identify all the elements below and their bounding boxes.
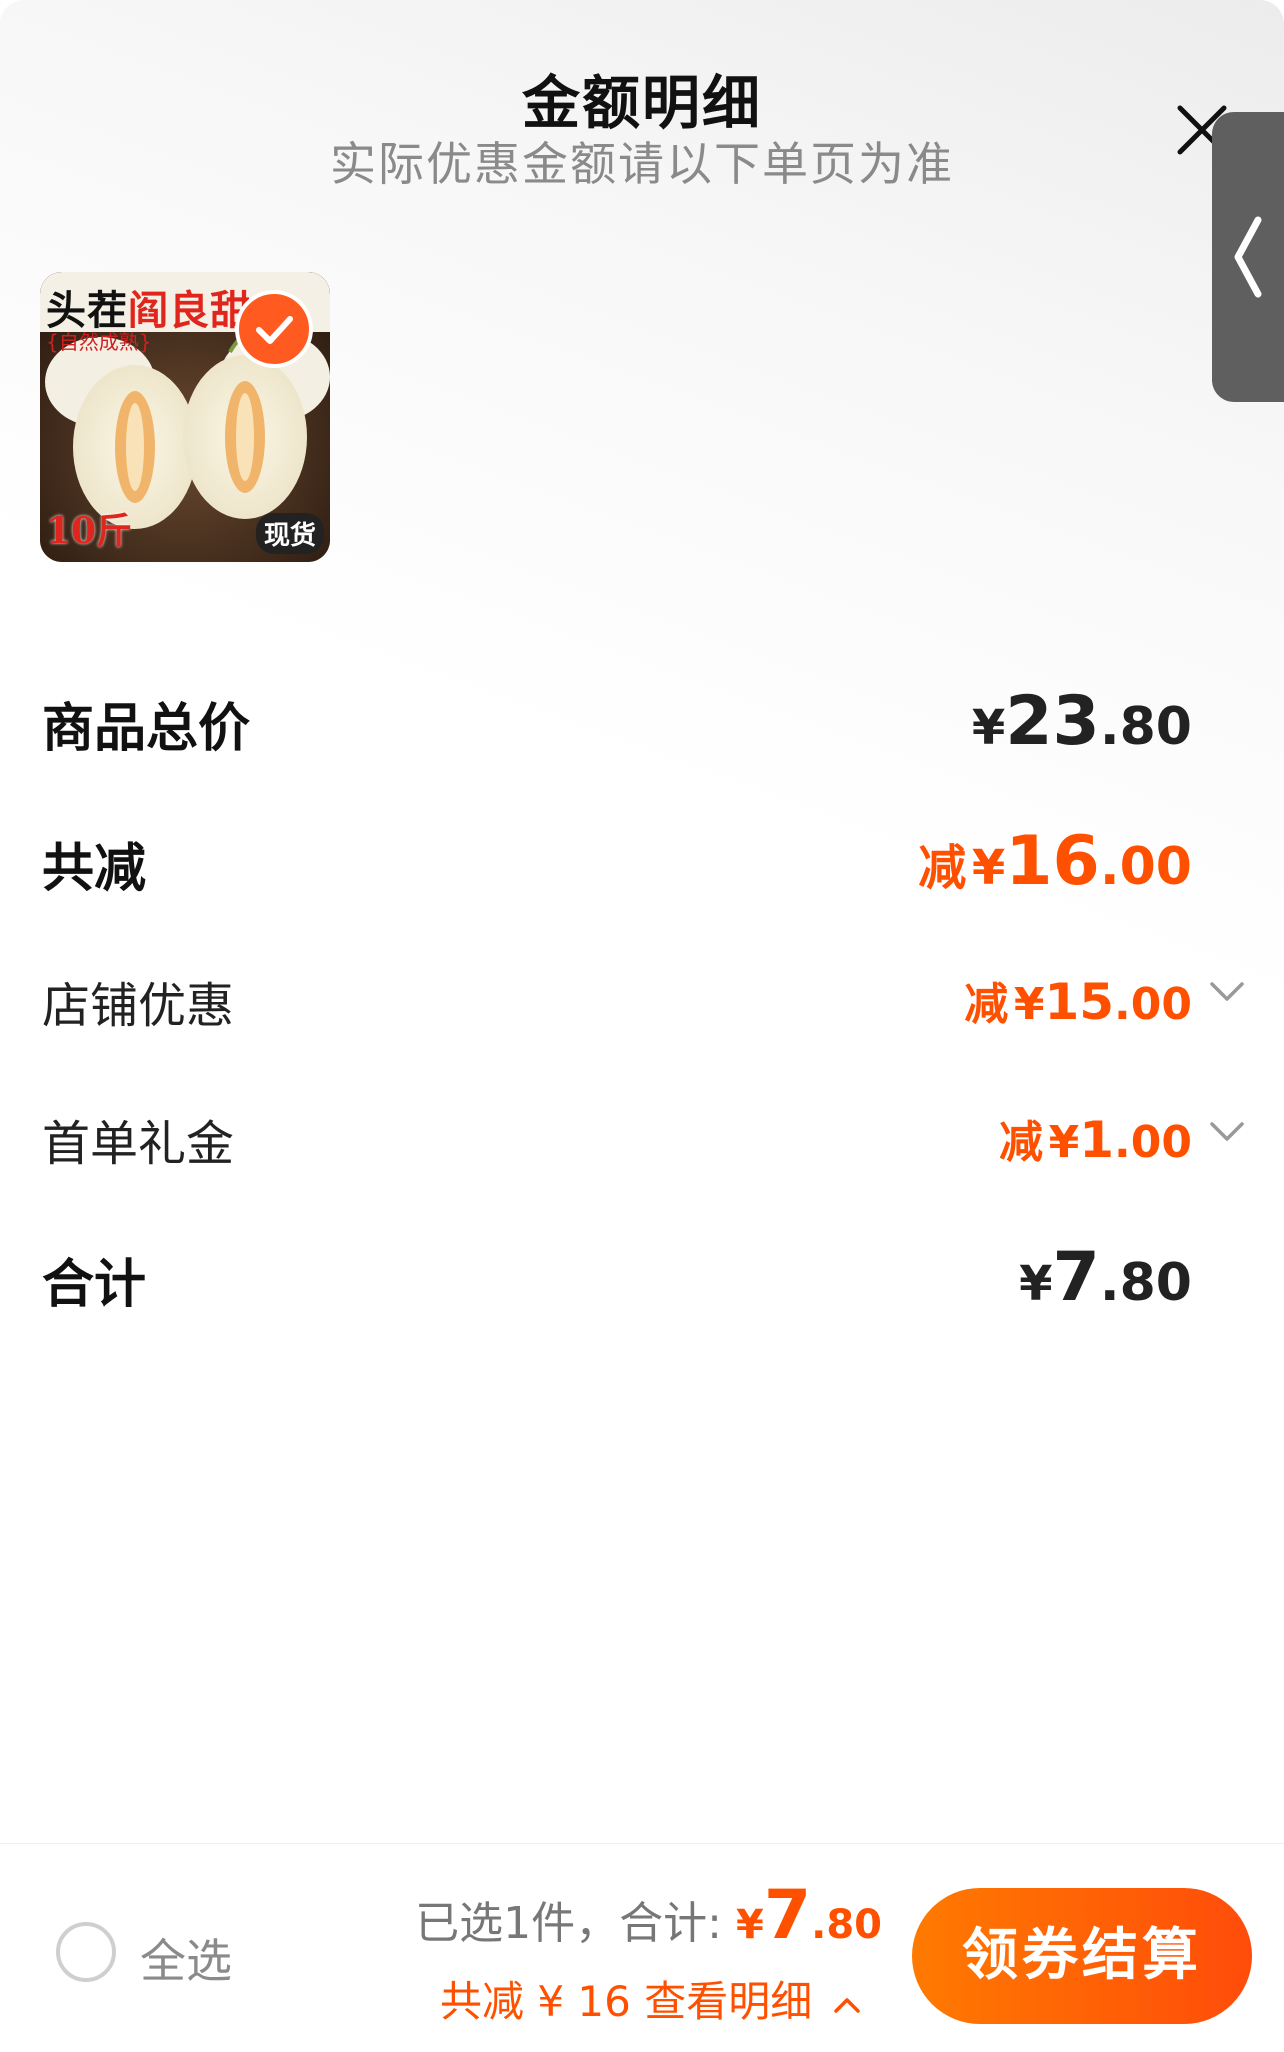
claim-coupon-checkout-button[interactable]: 领券结算 <box>912 1888 1252 2024</box>
total-price-label: 商品总价 <box>42 699 251 759</box>
select-all-label[interactable]: 全选 <box>140 1925 232 1991</box>
in-stock-badge: 现货 <box>255 513 324 554</box>
amount-detail-sheet: 金额明细 实际优惠金额请以下单页为准 头茬阎良甜 {自然成熟} 10斤 现货 商… <box>0 0 1284 2051</box>
first-order-gift-value[interactable]: 减 ¥1.00 <box>999 1106 1192 1170</box>
product-weight-label: 10斤 <box>46 510 133 552</box>
total-discount-value: 减 ¥16.00 <box>918 822 1192 901</box>
first-order-gift-label: 首单礼金 <box>42 1116 235 1172</box>
total-discount-label: 共减 <box>42 839 147 899</box>
shop-discount-label: 店铺优惠 <box>42 978 235 1034</box>
summary-price: ¥7.80 <box>735 1876 882 1955</box>
side-collapse-tab[interactable] <box>1212 112 1284 402</box>
sum-label: 合计 <box>42 1255 147 1315</box>
sum-value: ¥7.80 <box>1019 1238 1192 1317</box>
selected-summary: 已选1件，合计: ¥7.80 <box>415 1876 882 1955</box>
page-subtitle: 实际优惠金额请以下单页为准 <box>330 137 954 191</box>
chevron-down-icon[interactable] <box>1208 1120 1246 1144</box>
shop-discount-value[interactable]: 减 ¥15.00 <box>964 968 1192 1032</box>
product-image-subtitle: {自然成熟} <box>46 330 152 354</box>
chevron-up-icon <box>833 1997 860 2013</box>
select-all-radio[interactable] <box>56 1922 116 1982</box>
total-price-value: ¥23.80 <box>971 682 1192 761</box>
chevron-down-icon[interactable] <box>1208 980 1246 1004</box>
view-details-link[interactable]: 共减 ¥ 16 查看明细 <box>440 1968 862 2029</box>
chevron-left-icon <box>1234 216 1262 298</box>
selected-check-icon[interactable] <box>235 290 313 368</box>
